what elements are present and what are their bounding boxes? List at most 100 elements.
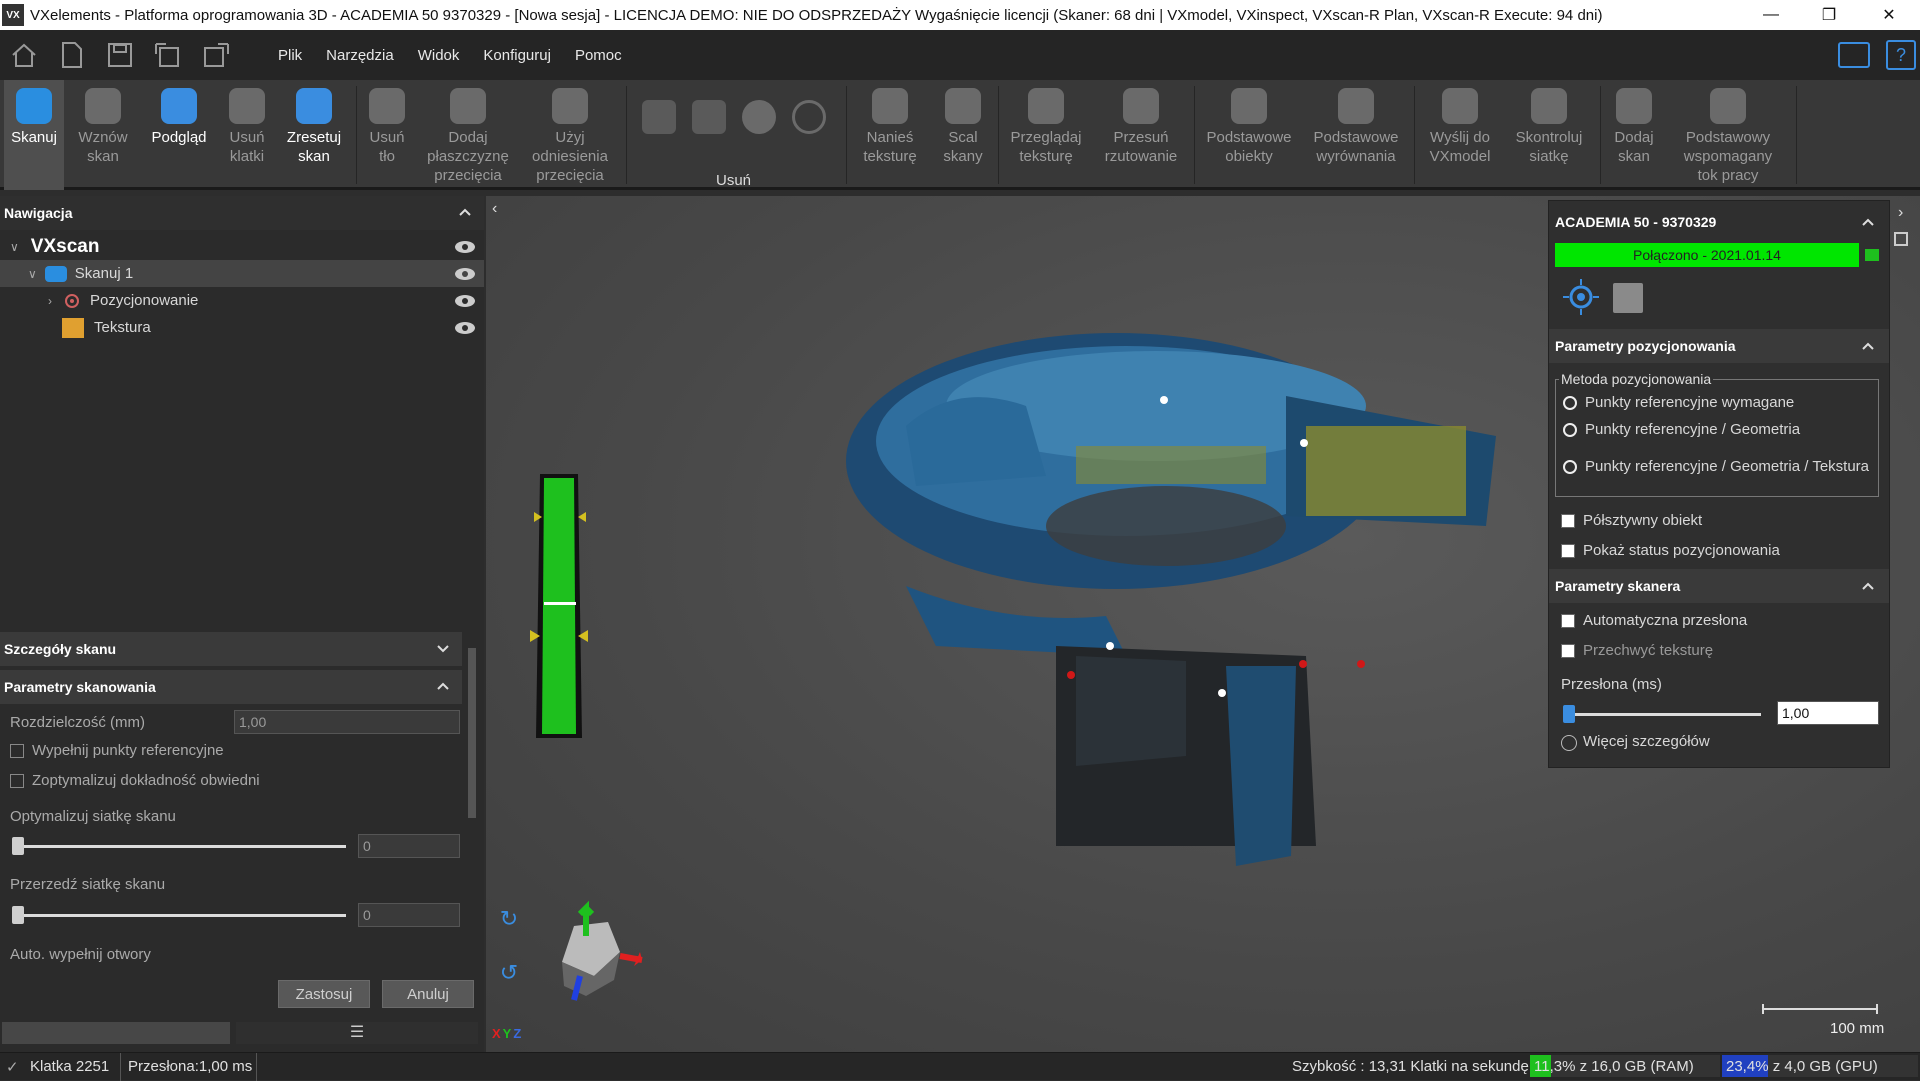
browse-texture-button[interactable]: Przeglądaj teksturę	[1004, 80, 1088, 190]
scan-button[interactable]: Skanuj	[4, 80, 64, 190]
list-view-icon[interactable]: ☰	[236, 1022, 478, 1044]
remove-sphere-icon[interactable]	[742, 100, 776, 134]
menu-plik[interactable]: Plik	[266, 47, 314, 64]
remove-frames-button[interactable]: Usuń klatki	[220, 80, 274, 190]
guided-workflow-button[interactable]: Podstawowy wspomagany tok pracy	[1666, 80, 1790, 190]
speed-status: Szybkość : 13,31 Klatki na sekundę	[1292, 1058, 1529, 1075]
save-icon[interactable]	[96, 30, 144, 80]
chevron-up-icon[interactable]	[458, 205, 472, 219]
preview-button[interactable]: Podgląd	[142, 80, 216, 190]
menu-konfiguruj[interactable]: Konfiguruj	[471, 47, 563, 64]
positioning-target-icon[interactable]	[1561, 277, 1601, 317]
chevron-down-icon[interactable]: ∨	[28, 267, 37, 281]
menu-widok[interactable]: Widok	[406, 47, 472, 64]
fill-targets-checkbox[interactable]	[10, 744, 24, 758]
apply-button[interactable]: Zastosuj	[278, 980, 370, 1008]
orientation-cube[interactable]	[534, 896, 644, 1006]
navigation-header[interactable]: Nawigacja	[0, 196, 484, 230]
chevron-down-icon[interactable]	[436, 641, 450, 655]
decimate-mesh-input[interactable]: 0	[358, 903, 460, 927]
more-details-link[interactable]: Więcej szczegółów	[1583, 733, 1710, 750]
radio-targets-required[interactable]	[1563, 396, 1577, 410]
menu-narzedzia[interactable]: Narzędzia	[314, 47, 406, 64]
reset-scan-button[interactable]: Zresetuj skan	[278, 80, 350, 190]
optimize-mesh-label: Optymalizuj siatkę skanu	[10, 808, 176, 825]
eye-icon[interactable]	[454, 293, 476, 309]
resolution-input[interactable]: 1,00	[234, 710, 460, 734]
expand-right-icon[interactable]: ›	[1898, 204, 1903, 222]
remove-lasso-icon[interactable]	[692, 100, 726, 134]
scanner-device-icon[interactable]	[1613, 283, 1643, 313]
basic-objects-button[interactable]: Podstawowe obiekty	[1200, 80, 1298, 190]
scanner-device-header[interactable]: ACADEMIA 50 - 9370329	[1549, 205, 1889, 239]
apply-texture-button[interactable]: Nanieś teksturę	[852, 80, 928, 190]
remove-selection-icon[interactable]	[642, 100, 676, 134]
scrollbar[interactable]	[466, 632, 478, 968]
panel-toggle-icon[interactable]	[1894, 232, 1908, 246]
restore-icon[interactable]: ❐	[1800, 0, 1858, 30]
remove-frames-icon	[229, 88, 265, 124]
shutter-input[interactable]: 1,00	[1777, 701, 1879, 725]
wifi-icon[interactable]	[1838, 42, 1870, 68]
shutter-slider[interactable]	[1563, 713, 1761, 716]
chevron-up-icon[interactable]	[1861, 579, 1875, 593]
import-icon[interactable]	[144, 30, 192, 80]
add-clipping-plane-button[interactable]: Dodaj płaszczyznę przecięcia	[418, 80, 518, 190]
eye-icon[interactable]	[454, 320, 476, 336]
optimize-accuracy-checkbox[interactable]	[10, 774, 24, 788]
more-details-icon[interactable]	[1561, 735, 1577, 751]
check-mesh-button[interactable]: Skontroluj siatkę	[1504, 80, 1594, 190]
merge-scans-button[interactable]: Scal skany	[934, 80, 992, 190]
gpu-usage: 23,4% z 4,0 GB (GPU)	[1726, 1058, 1878, 1075]
optimize-mesh-input[interactable]: 0	[358, 834, 460, 858]
toolbar-separator	[846, 86, 847, 184]
new-file-icon[interactable]	[48, 30, 96, 80]
chevron-down-icon[interactable]: ∨	[10, 240, 19, 254]
status-separator	[120, 1053, 121, 1081]
cancel-button[interactable]: Anuluj	[382, 980, 474, 1008]
move-projection-button[interactable]: Przesuń rzutowanie	[1094, 80, 1188, 190]
slider-thumb[interactable]	[12, 837, 24, 855]
scan-details-header[interactable]: Szczegóły skanu	[0, 632, 462, 666]
auto-shutter-checkbox[interactable]	[1561, 614, 1575, 628]
chevron-up-icon[interactable]	[436, 679, 450, 693]
remove-isolated-icon[interactable]	[792, 100, 826, 134]
eye-icon[interactable]	[454, 266, 476, 282]
scanner-params-header[interactable]: Parametry skanera	[1549, 569, 1889, 603]
tree-item-scan-1[interactable]: ∨ Skanuj 1	[0, 260, 484, 287]
scan-params-header[interactable]: Parametry skanowania	[0, 670, 462, 704]
slider-thumb[interactable]	[1563, 705, 1575, 723]
rotate-cw-icon[interactable]: ↻	[486, 906, 532, 936]
add-scan-button[interactable]: Dodaj skan	[1606, 80, 1662, 190]
tree-item-positioning[interactable]: › Pozycjonowanie	[0, 287, 484, 314]
eye-icon[interactable]	[454, 239, 476, 255]
radio-targets-geometry-texture[interactable]	[1563, 460, 1577, 474]
capture-texture-checkbox[interactable]	[1561, 644, 1575, 658]
panel-tab-tree[interactable]	[2, 1022, 230, 1044]
radio-targets-geometry[interactable]	[1563, 423, 1577, 437]
tree-item-vxscan[interactable]: ∨ VXscan	[0, 233, 484, 260]
export-icon[interactable]	[192, 30, 240, 80]
help-icon[interactable]: ?	[1886, 40, 1916, 70]
slider-thumb[interactable]	[12, 906, 24, 924]
decimate-mesh-slider[interactable]	[12, 914, 346, 917]
tree-item-texture[interactable]: Tekstura	[0, 314, 484, 341]
semi-rigid-checkbox[interactable]	[1561, 514, 1575, 528]
send-to-vxmodel-button[interactable]: Wyślij do VXmodel	[1420, 80, 1500, 190]
optimize-mesh-slider[interactable]	[12, 845, 346, 848]
menu-pomoc[interactable]: Pomoc	[563, 47, 634, 64]
chevron-up-icon[interactable]	[1861, 215, 1875, 229]
basic-alignments-button[interactable]: Podstawowe wyrównania	[1304, 80, 1408, 190]
use-clipping-reference-button[interactable]: Użyj odniesienia przecięcia	[524, 80, 616, 190]
resume-scan-button[interactable]: Wznów skan	[68, 80, 138, 190]
positioning-params-header[interactable]: Parametry pozycjonowania	[1549, 329, 1889, 363]
positioning-icon	[65, 293, 79, 308]
chevron-up-icon[interactable]	[1861, 339, 1875, 353]
home-icon[interactable]	[0, 30, 48, 80]
chevron-right-icon[interactable]: ›	[48, 294, 52, 308]
minimize-icon[interactable]: —	[1742, 0, 1800, 30]
remove-background-button[interactable]: Usuń tło	[362, 80, 412, 190]
rotate-ccw-icon[interactable]: ↺	[486, 960, 532, 990]
show-status-checkbox[interactable]	[1561, 544, 1575, 558]
close-icon[interactable]: ✕	[1860, 0, 1918, 30]
